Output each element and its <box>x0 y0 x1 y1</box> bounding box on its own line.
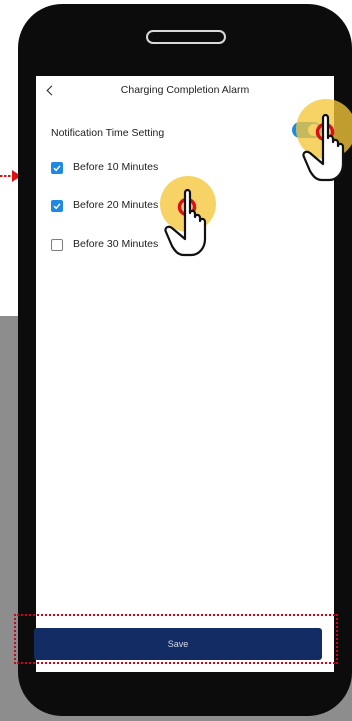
option-label: Before 10 Minutes <box>73 161 159 173</box>
checkbox-checked[interactable] <box>51 162 63 174</box>
speaker-slot <box>146 30 226 44</box>
option-label: Before 20 Minutes <box>73 199 159 211</box>
tap-hand-icon <box>296 99 352 182</box>
checkbox-checked[interactable] <box>51 200 63 212</box>
checkbox-unchecked[interactable] <box>51 239 63 251</box>
save-button[interactable]: Save <box>34 628 322 660</box>
option-label: Before 30 Minutes <box>73 238 159 250</box>
tap-hand-icon <box>160 176 216 257</box>
notification-time-label: Notification Time Setting <box>51 127 165 139</box>
